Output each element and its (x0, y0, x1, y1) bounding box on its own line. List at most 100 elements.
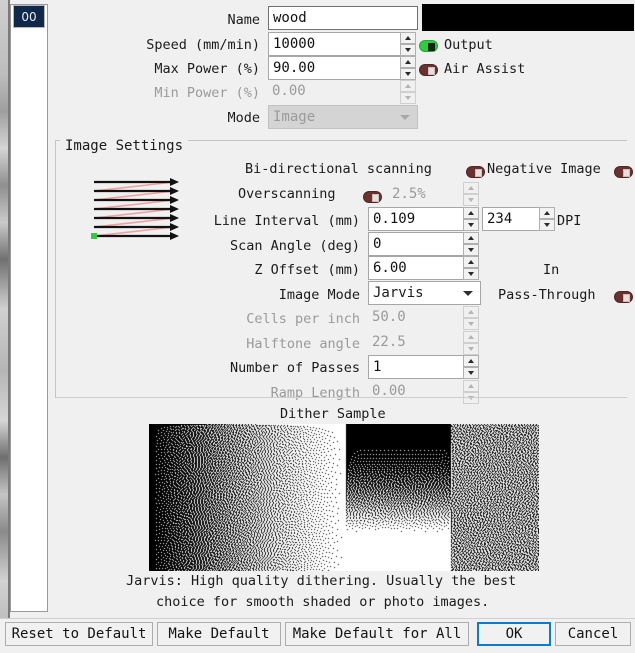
group-divider (56, 397, 627, 398)
halftone-angle-label: Halftone angle (246, 336, 360, 352)
dpi-label: DPI (557, 213, 582, 229)
dither-sample-canvas (149, 424, 539, 571)
line-interval-label: Line Interval (mm) (213, 213, 360, 229)
ramp-length-spinner-up (463, 380, 479, 392)
output-label: Output (444, 37, 493, 53)
halftone-angle-spinner-up (463, 331, 479, 343)
mode-select-value: Image (273, 109, 316, 125)
layer-color-swatch[interactable] (422, 4, 634, 31)
name-label: Name (227, 12, 260, 28)
min-power-spinner (400, 80, 416, 104)
make-default-for-all-button[interactable]: Make Default for All (285, 622, 469, 646)
cells-per-inch-input: 50.0 (372, 309, 406, 325)
number-of-passes-input[interactable]: 1 (368, 355, 463, 379)
line-interval-input[interactable]: 0.109 (368, 207, 463, 231)
cancel-button[interactable]: Cancel (555, 622, 631, 646)
chevron-down-icon (400, 114, 410, 120)
dpi-spinner-up[interactable] (539, 207, 555, 219)
cells-per-inch-spinner-down (463, 318, 479, 330)
dpi-spinner-down[interactable] (539, 219, 555, 231)
reset-to-default-button[interactable]: Reset to Default (5, 622, 153, 646)
scan-pattern-preview (91, 178, 179, 240)
mode-select[interactable]: Image (268, 105, 418, 129)
output-toggle[interactable] (419, 40, 438, 52)
image-mode-label: Image Mode (278, 287, 360, 303)
halftone-angle-spinner (463, 331, 479, 355)
overscanning-label: Overscanning (238, 186, 336, 202)
layer-list-item-label: 00 (21, 9, 37, 24)
negative-image-label: Negative Image (487, 161, 601, 177)
ramp-length-input: 0.00 (372, 383, 406, 399)
background-window-edge (0, 0, 8, 618)
line-interval-spinner[interactable] (463, 207, 479, 231)
halftone-angle-input: 22.5 (372, 334, 406, 350)
ramp-length-spinner (463, 380, 479, 404)
cells-per-inch-spinner (463, 306, 479, 330)
line-interval-spinner-down[interactable] (463, 219, 479, 231)
ramp-length-label: Ramp Length (270, 385, 360, 401)
max-power-spinner-down[interactable] (400, 68, 416, 80)
max-power-input[interactable]: 90.00 (268, 56, 400, 80)
negative-image-toggle[interactable] (614, 166, 633, 178)
ok-button[interactable]: OK (477, 622, 551, 646)
z-offset-input[interactable]: 6.00 (368, 256, 463, 280)
halftone-angle-spinner-down (463, 343, 479, 355)
dpi-spinner[interactable] (539, 207, 555, 231)
air-assist-label: Air Assist (444, 61, 526, 77)
z-offset-spinner[interactable] (463, 256, 479, 280)
mode-label: Mode (227, 110, 260, 126)
max-power-spinner[interactable] (400, 56, 416, 80)
cells-per-inch-label: Cells per inch (246, 311, 360, 327)
line-interval-spinner-up[interactable] (463, 207, 479, 219)
dither-description-line1: Jarvis: High quality dithering. Usually … (126, 573, 517, 589)
layer-list-panel[interactable] (10, 4, 48, 612)
make-default-button[interactable]: Make Default (157, 622, 281, 646)
overscanning-value: 2.5% (392, 186, 426, 202)
number-of-passes-spinner[interactable] (463, 355, 479, 379)
min-power-label: Min Power (%) (154, 85, 260, 101)
number-of-passes-spinner-up[interactable] (463, 355, 479, 367)
min-power-spinner-down (400, 92, 416, 104)
min-power-input: 0.00 (272, 83, 306, 99)
air-assist-toggle[interactable] (419, 64, 438, 76)
number-of-passes-label: Number of Passes (229, 360, 360, 376)
scan-angle-input[interactable]: 0 (368, 232, 463, 256)
ramp-length-spinner-down (463, 392, 479, 404)
z-offset-spinner-down[interactable] (463, 268, 479, 280)
max-power-label: Max Power (%) (154, 61, 260, 77)
speed-label: Speed (mm/min) (146, 37, 260, 53)
speed-input[interactable]: 10000 (268, 32, 400, 56)
number-of-passes-spinner-down[interactable] (463, 367, 479, 379)
overscanning-spinner (463, 182, 479, 206)
bidirectional-toggle[interactable] (466, 166, 485, 178)
image-mode-select-value: Jarvis (373, 285, 424, 301)
dither-sample-title: Dither Sample (280, 406, 386, 422)
scan-angle-spinner[interactable] (463, 232, 479, 256)
name-input[interactable]: wood (268, 6, 418, 30)
image-settings-title: Image Settings (60, 138, 189, 154)
overscanning-toggle[interactable] (363, 191, 382, 203)
pass-through-toggle[interactable] (614, 291, 633, 303)
overscanning-spinner-up (463, 182, 479, 194)
scan-angle-spinner-up[interactable] (463, 232, 479, 244)
min-power-spinner-up (400, 80, 416, 92)
overscanning-spinner-down (463, 194, 479, 206)
scan-angle-spinner-down[interactable] (463, 244, 479, 256)
max-power-spinner-up[interactable] (400, 56, 416, 68)
scan-angle-label: Scan Angle (deg) (229, 238, 360, 254)
chevron-down-icon (463, 290, 473, 296)
z-offset-spinner-up[interactable] (463, 256, 479, 268)
z-offset-label: Z Offset (mm) (254, 262, 360, 278)
pass-through-label: Pass-Through (498, 287, 596, 303)
speed-spinner[interactable] (400, 32, 416, 56)
speed-spinner-up[interactable] (400, 32, 416, 44)
cut-settings-dialog: 00 Name wood Speed (mm/min) 10000 Output… (0, 0, 635, 653)
dpi-input[interactable]: 234 (482, 207, 539, 231)
in-label: In (543, 262, 560, 278)
cells-per-inch-spinner-up (463, 306, 479, 318)
image-mode-select[interactable]: Jarvis (368, 281, 481, 305)
dither-sample-image (149, 424, 539, 571)
layer-list-item-00[interactable]: 00 (13, 5, 45, 28)
speed-spinner-down[interactable] (400, 44, 416, 56)
dither-description-line2: choice for smooth shaded or photo images… (156, 594, 490, 610)
